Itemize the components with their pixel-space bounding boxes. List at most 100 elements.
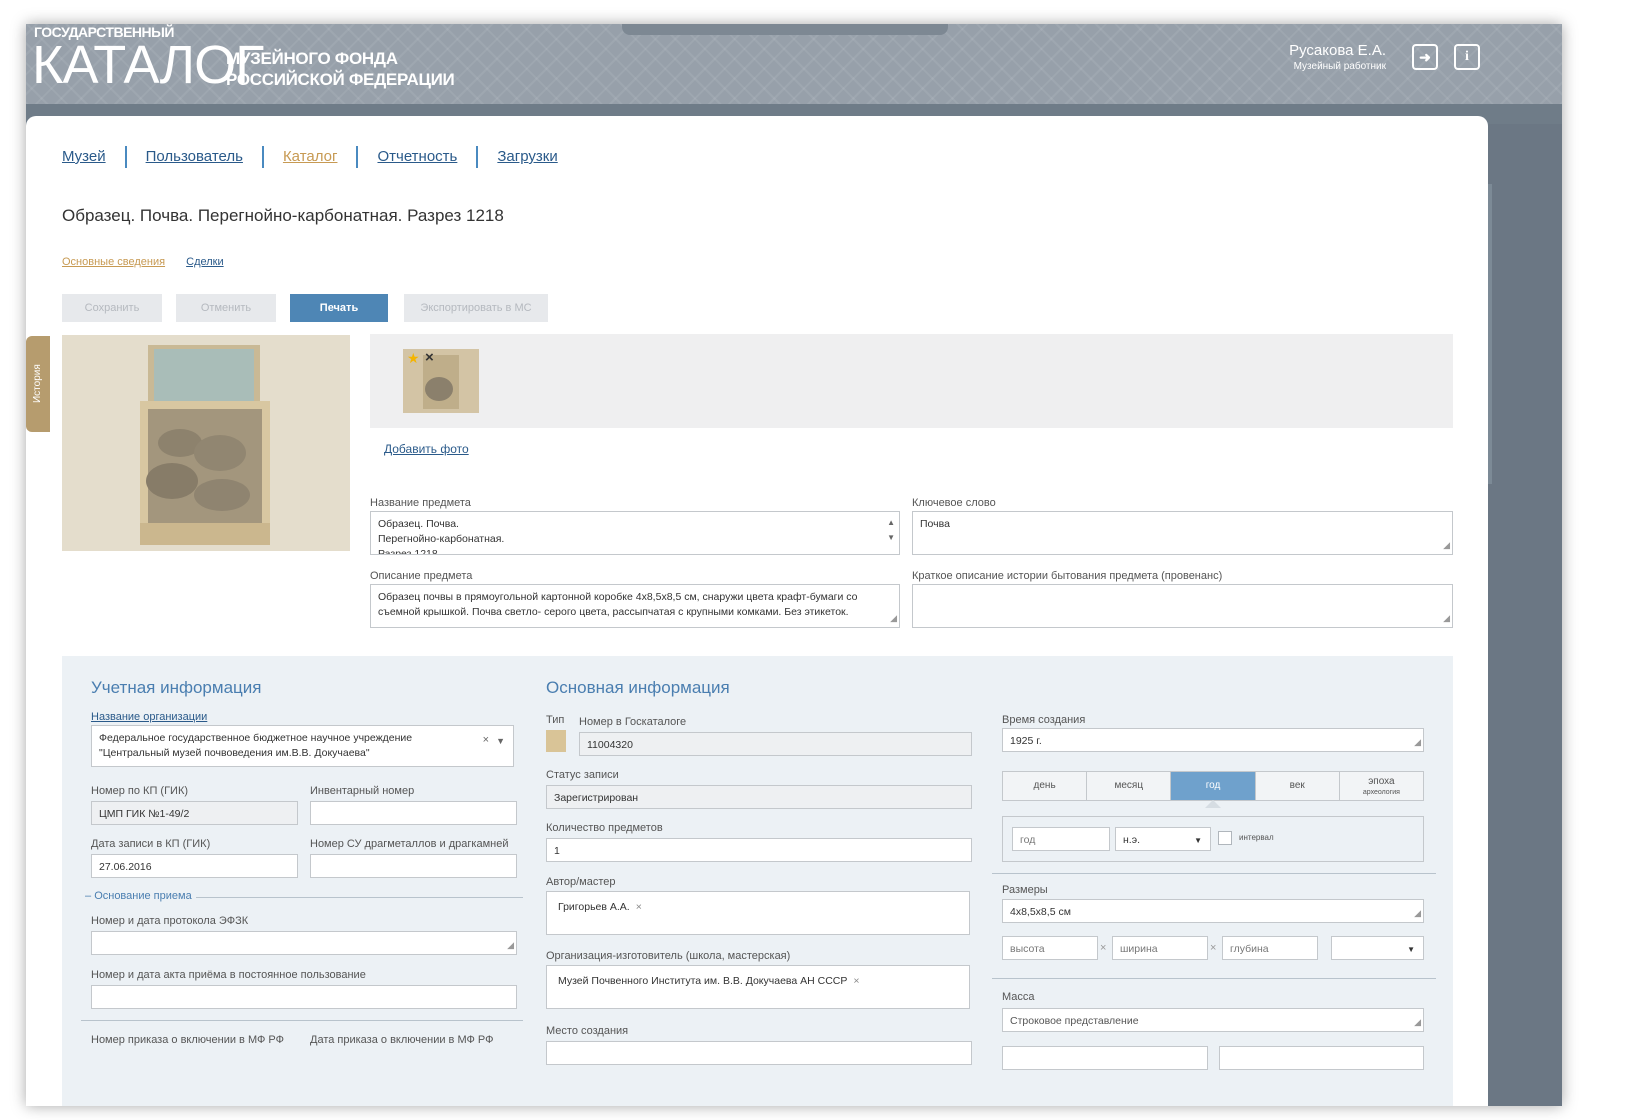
tab-main-info[interactable]: Основные сведения (62, 256, 165, 268)
protocol-field[interactable]: ◢ (91, 931, 517, 955)
tab-deals[interactable]: Сделки (186, 256, 224, 268)
top-search-pill[interactable] (622, 24, 948, 35)
org-select[interactable]: Федеральное государственное бюджетное на… (91, 725, 514, 767)
basis-toggle[interactable]: – Основание приема (81, 890, 196, 902)
remove-tag-icon[interactable]: × (853, 975, 859, 987)
seg-year[interactable]: год (1171, 772, 1256, 800)
resize-handle-icon[interactable]: ◢ (1443, 538, 1450, 553)
maker-tag-text: Музей Почвенного Института им. В.В. Доку… (558, 975, 848, 987)
star-icon[interactable]: ★ (407, 350, 420, 367)
logout-icon[interactable]: ➜ (1412, 44, 1438, 70)
resize-handle-icon[interactable]: ◢ (1414, 1015, 1421, 1030)
interval-checkbox[interactable] (1218, 831, 1232, 845)
logo-sub-line-1: МУЗЕЙНОГО ФОНДА (226, 49, 398, 68)
nav-item-uploads[interactable]: Загрузки (497, 148, 557, 165)
resize-handle-icon[interactable]: ◢ (507, 938, 514, 953)
nav-item-museum[interactable]: Музей (62, 148, 106, 165)
page-scrollbar[interactable] (1488, 124, 1562, 1106)
type-swatch[interactable] (546, 730, 566, 752)
year-input-group: год н.э. ▼ интервал (1002, 816, 1424, 862)
print-button[interactable]: Печать (290, 294, 388, 322)
maker-label: Организация-изготовитель (школа, мастерс… (546, 950, 791, 962)
provenance-field[interactable]: ◢ (912, 584, 1453, 628)
unit-select[interactable]: ▼ (1331, 936, 1424, 960)
act-field[interactable] (91, 985, 517, 1009)
object-name-line-1: Образец. Почва. (378, 518, 459, 530)
mass-value-input[interactable] (1002, 1046, 1208, 1070)
keyword-value: Почва (920, 518, 950, 530)
quantity-field[interactable]: 1 (546, 838, 972, 862)
save-button[interactable]: Сохранить (62, 294, 162, 322)
width-input[interactable]: ширина (1112, 936, 1208, 960)
nav-item-user[interactable]: Пользователь (146, 148, 243, 165)
header: ГОСУДАРСТВЕННЫЙ КАТАЛОГ МУЗЕЙНОГО ФОНДА … (26, 24, 1562, 104)
export-button[interactable]: Экспортировать в МС (404, 294, 548, 322)
add-photo-link[interactable]: Добавить фото (384, 442, 469, 456)
seg-century[interactable]: век (1255, 772, 1340, 800)
type-label: Тип (546, 714, 565, 726)
times-icon: × (1210, 942, 1217, 954)
resize-handle-icon[interactable]: ◢ (1443, 611, 1450, 626)
su-field[interactable] (310, 854, 517, 878)
seg-day[interactable]: день (1003, 772, 1088, 800)
user-role: Музейный работник (1293, 61, 1386, 72)
author-field[interactable]: Григорьев А.А. × (546, 891, 970, 935)
interval-label: интервал (1239, 833, 1274, 842)
description-field[interactable]: Образец почвы в прямоугольной картонной … (370, 584, 900, 628)
era-select[interactable]: н.э. ▼ (1115, 827, 1211, 851)
object-name-field[interactable]: Образец. Почва. Перегнойно-карбонатная. … (370, 511, 900, 555)
cancel-button[interactable]: Отменить (176, 294, 276, 322)
mass-field[interactable]: Строковое представление ◢ (1002, 1008, 1424, 1032)
keyword-field[interactable]: Почва ◢ (912, 511, 1453, 555)
maker-field[interactable]: Музей Почвенного Института им. В.В. Доку… (546, 965, 970, 1009)
mass-unit-input[interactable] (1219, 1046, 1424, 1070)
place-field[interactable] (546, 1041, 972, 1065)
clear-icon[interactable]: × (483, 733, 489, 748)
times-icon: × (1100, 942, 1107, 954)
nav-item-catalog[interactable]: Каталог (283, 148, 338, 165)
record-date-field[interactable]: 27.06.2016 (91, 854, 298, 878)
remove-tag-icon[interactable]: × (636, 901, 642, 913)
scrollbar-thumb[interactable] (1488, 184, 1492, 484)
provenance-label: Краткое описание истории бытования предм… (912, 570, 1223, 582)
divider (992, 978, 1436, 979)
gos-number-field[interactable]: 11004320 (579, 732, 972, 756)
photo-thumbnail[interactable]: ★ × (403, 349, 479, 413)
resize-handle-icon[interactable]: ◢ (1414, 735, 1421, 750)
info-icon[interactable]: i (1454, 44, 1480, 70)
org-name-link[interactable]: Название организации (91, 711, 207, 723)
close-icon[interactable]: × (425, 349, 434, 366)
seg-epoch-label: эпоха (1368, 776, 1395, 787)
seg-epoch[interactable]: эпоха археология (1339, 772, 1424, 800)
inventory-field[interactable] (310, 801, 517, 825)
divider (992, 873, 1436, 874)
resize-handle-icon[interactable]: ◢ (1414, 906, 1421, 921)
author-tag-text: Григорьев А.А. (558, 901, 630, 913)
accounting-title: Учетная информация (91, 678, 262, 697)
depth-input[interactable]: глубина (1222, 936, 1318, 960)
history-tab[interactable]: История (26, 336, 50, 432)
gos-number-label: Номер в Госкаталоге (579, 716, 687, 728)
status-field[interactable]: Зарегистрирован (546, 785, 972, 809)
content-panel: Музей Пользователь Каталог Отчетность Загруз… (26, 116, 1488, 1106)
logo-sub-line-2: РОССИЙСКОЙ ФЕДЕРАЦИИ (226, 70, 455, 89)
page-title: Образец. Почва. Перегнойно-карбонатная. … (62, 206, 504, 225)
nav-item-reports[interactable]: Отчетность (377, 148, 457, 165)
nav-separator (124, 146, 127, 168)
protocol-label: Номер и дата протокола ЭФЗК (91, 915, 249, 927)
object-name-line-2: Перегнойно-карбонатная. (378, 533, 505, 545)
object-name-line-3: Разрез 1218 (378, 548, 438, 555)
creation-time-field[interactable]: 1925 г. ◢ (1002, 728, 1424, 752)
seg-month[interactable]: месяц (1087, 772, 1172, 800)
chevron-down-icon[interactable]: ▼ (496, 734, 505, 749)
size-field[interactable]: 4х8,5х8,5 см ◢ (1002, 899, 1424, 923)
mass-placeholder: Строковое представление (1010, 1015, 1139, 1027)
height-input[interactable]: высота (1002, 936, 1098, 960)
object-name-label: Название предмета (370, 497, 471, 509)
spinner-icon[interactable]: ▲ ▼ (887, 515, 895, 545)
kp-field[interactable]: ЦМП ГИК №1-49/2 (91, 801, 298, 825)
year-input[interactable]: год (1012, 827, 1110, 851)
order-date-label: Дата приказа о включении в МФ РФ (310, 1034, 494, 1046)
resize-handle-icon[interactable]: ◢ (890, 611, 897, 626)
main-photo[interactable] (62, 335, 350, 551)
